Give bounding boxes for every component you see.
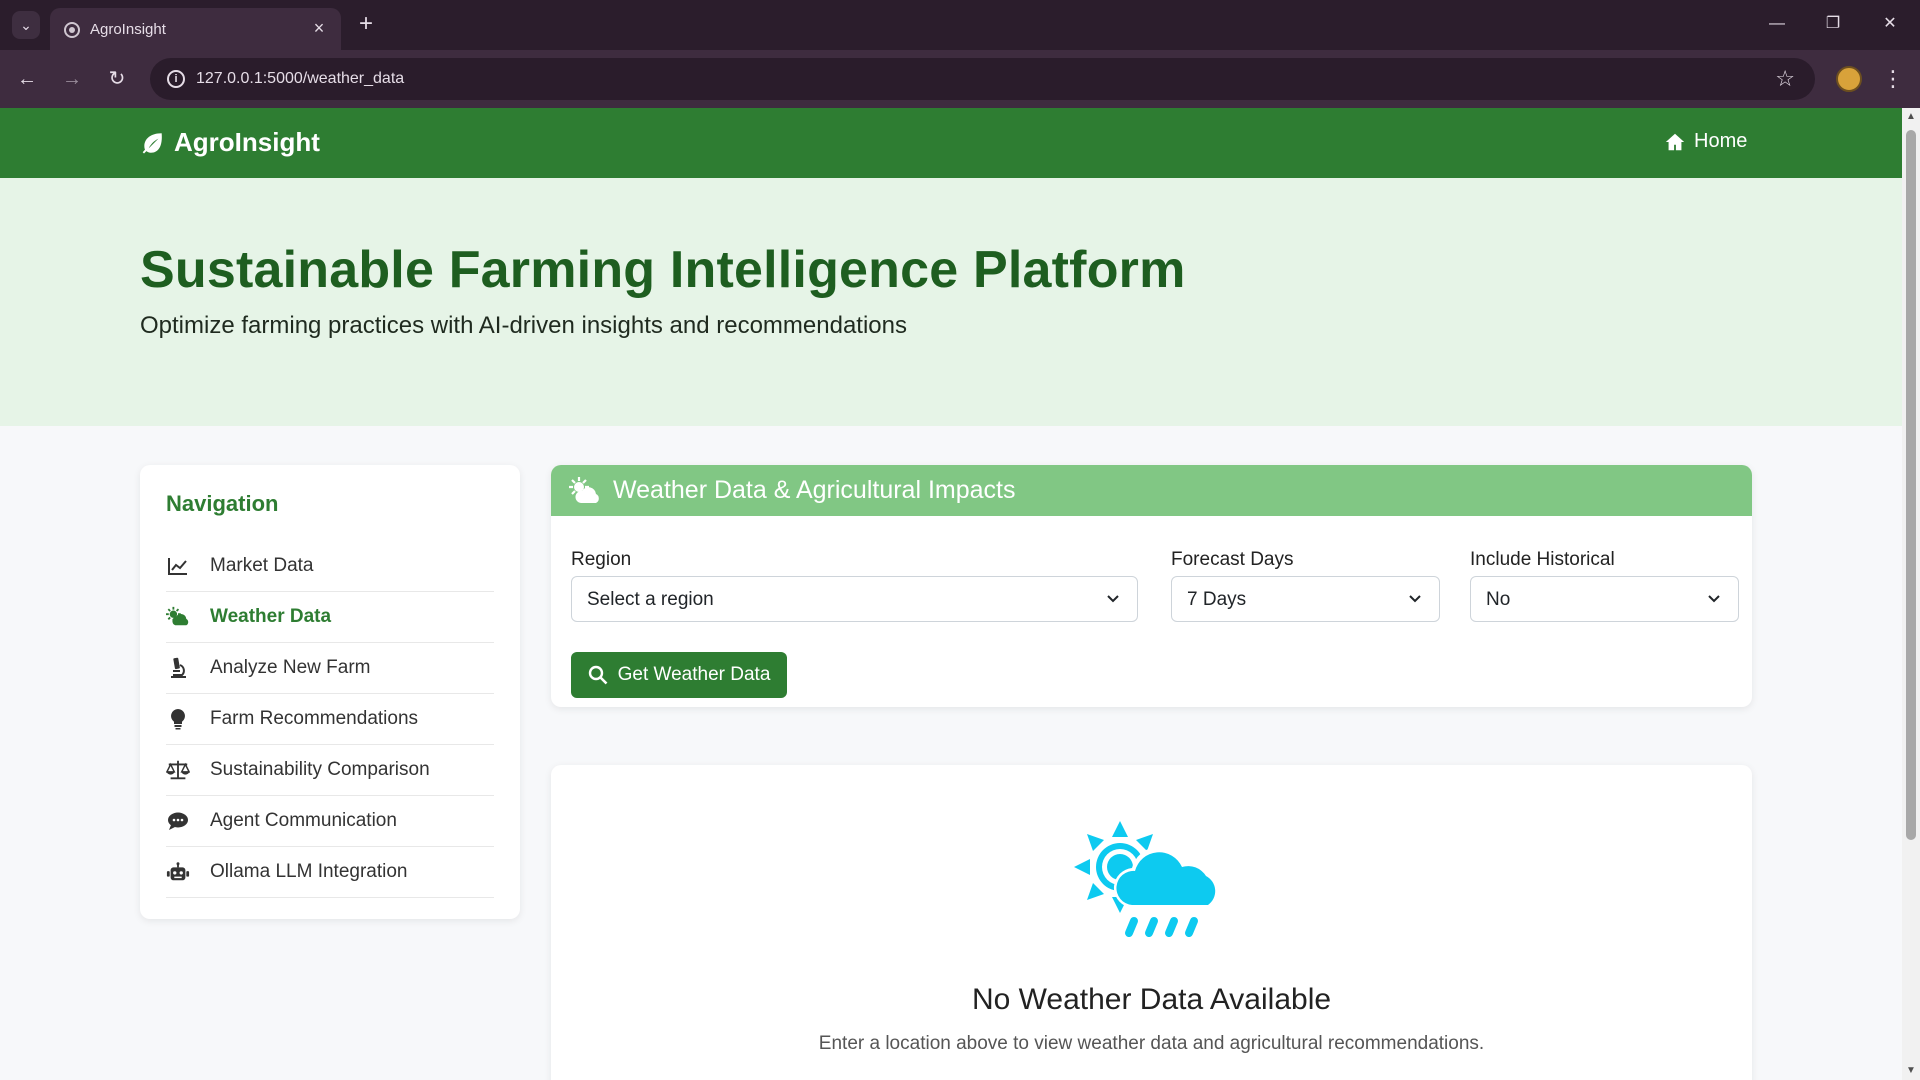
- sidebar-item-ollama-llm-integration[interactable]: Ollama LLM Integration: [166, 847, 494, 898]
- page-subtitle: Optimize farming practices with AI-drive…: [140, 312, 907, 339]
- url-text: 127.0.0.1:5000/weather_data: [196, 70, 405, 87]
- navigation-sidebar: Navigation Market Data Weather Data Anal…: [140, 465, 520, 919]
- sidebar-item-market-data[interactable]: Market Data: [166, 541, 494, 592]
- balance-scale-icon: [166, 758, 190, 782]
- profile-avatar[interactable]: [1836, 66, 1862, 92]
- home-label: Home: [1694, 130, 1748, 152]
- get-weather-data-label: Get Weather Data: [617, 664, 771, 685]
- robot-icon: [166, 860, 190, 884]
- tab-title: AgroInsight: [90, 21, 166, 38]
- minimize-button[interactable]: —: [1764, 12, 1790, 36]
- scroll-up-icon[interactable]: ▲: [1906, 112, 1916, 122]
- comment-icon: [166, 809, 190, 833]
- region-select[interactable]: Select a region: [571, 576, 1138, 622]
- sidebar-title: Navigation: [166, 491, 279, 516]
- home-icon: [1665, 133, 1685, 150]
- microscope-icon: [166, 656, 190, 680]
- home-link[interactable]: Home: [1664, 130, 1747, 153]
- leaf-icon: [142, 132, 162, 154]
- cloud-sun-icon: [166, 605, 190, 629]
- chevron-down-icon: [1708, 595, 1720, 603]
- sidebar-item-label: Ollama LLM Integration: [210, 861, 408, 882]
- bookmark-star-icon[interactable]: ☆: [1775, 66, 1795, 92]
- chart-line-icon: [166, 554, 190, 578]
- restore-button[interactable]: ❐: [1820, 12, 1846, 36]
- include-historical-select[interactable]: No: [1470, 576, 1739, 622]
- sidebar-item-label: Weather Data: [210, 606, 332, 627]
- include-historical-select-value: No: [1486, 589, 1511, 610]
- region-select-value: Select a region: [587, 589, 714, 610]
- scrollbar-thumb[interactable]: [1906, 130, 1916, 840]
- sidebar-item-label: Agent Communication: [210, 810, 397, 831]
- empty-state-card: No Weather Data Available Enter a locati…: [551, 765, 1752, 1080]
- reload-button[interactable]: ↻: [103, 65, 131, 93]
- region-label: Region: [571, 549, 632, 570]
- address-bar[interactable]: i 127.0.0.1:5000/weather_data ☆: [150, 58, 1815, 100]
- forward-button[interactable]: →: [58, 65, 86, 93]
- close-window-button[interactable]: ✕: [1877, 12, 1903, 36]
- lightbulb-icon: [166, 707, 190, 731]
- hero-banner: Sustainable Farming Intelligence Platfor…: [0, 178, 1902, 426]
- weather-form-card: Weather Data & Agricultural Impacts Regi…: [551, 465, 1752, 707]
- sidebar-item-label: Farm Recommendations: [210, 708, 419, 729]
- cloud-sun-icon: [569, 476, 599, 503]
- cloud-sun-rain-icon: [1074, 821, 1221, 937]
- browser-tab-bar: ⌄ AgroInsight × + — ❐ ✕: [0, 0, 1920, 50]
- new-tab-button[interactable]: +: [354, 12, 378, 36]
- browser-tab[interactable]: AgroInsight ×: [50, 8, 341, 50]
- chevron-down-icon: [1107, 595, 1119, 603]
- sidebar-item-label: Sustainability Comparison: [210, 759, 430, 780]
- forecast-days-select-value: 7 Days: [1187, 589, 1247, 610]
- chevron-down-icon: [1409, 595, 1421, 603]
- sidebar-item-agent-communication[interactable]: Agent Communication: [166, 796, 494, 847]
- browser-toolbar: ← → ↻ i 127.0.0.1:5000/weather_data ☆ ⋮: [0, 50, 1920, 108]
- sidebar-item-label: Analyze New Farm: [210, 657, 371, 678]
- weather-form-title: Weather Data & Agricultural Impacts: [613, 476, 1016, 504]
- back-button[interactable]: ←: [13, 65, 41, 93]
- tab-search-button[interactable]: ⌄: [12, 11, 40, 39]
- site-navbar: AgroInsight Home: [0, 108, 1902, 178]
- page-title: Sustainable Farming Intelligence Platfor…: [140, 241, 1186, 299]
- scroll-down-icon[interactable]: ▼: [1906, 1066, 1916, 1076]
- include-historical-label: Include Historical: [1470, 549, 1615, 570]
- forecast-days-select[interactable]: 7 Days: [1171, 576, 1440, 622]
- globe-icon: [64, 22, 80, 38]
- empty-state-title: No Weather Data Available: [971, 983, 1332, 1016]
- get-weather-data-button[interactable]: Get Weather Data: [571, 652, 787, 698]
- site-info-icon[interactable]: i: [167, 70, 185, 88]
- search-icon: [588, 665, 608, 685]
- weather-form-header: Weather Data & Agricultural Impacts: [551, 465, 1752, 516]
- empty-state-text: Enter a location above to view weather d…: [818, 1033, 1485, 1054]
- browser-menu-icon[interactable]: ⋮: [1882, 64, 1904, 94]
- sidebar-item-weather-data[interactable]: Weather Data: [166, 592, 494, 643]
- forecast-days-label: Forecast Days: [1171, 549, 1294, 570]
- page-viewport: AgroInsight Home Sustainable Farming Int…: [0, 108, 1902, 1080]
- page-scrollbar[interactable]: ▲ ▼: [1902, 108, 1920, 1080]
- close-tab-icon[interactable]: ×: [309, 18, 329, 38]
- sidebar-item-sustainability-comparison[interactable]: Sustainability Comparison: [166, 745, 494, 796]
- sidebar-nav-list: Market Data Weather Data Analyze New Far…: [166, 541, 494, 898]
- brand-link[interactable]: AgroInsight: [140, 127, 320, 158]
- sidebar-item-farm-recommendations[interactable]: Farm Recommendations: [166, 694, 494, 745]
- sidebar-item-analyze-new-farm[interactable]: Analyze New Farm: [166, 643, 494, 694]
- brand-name: AgroInsight: [174, 127, 320, 157]
- sidebar-item-label: Market Data: [210, 555, 314, 576]
